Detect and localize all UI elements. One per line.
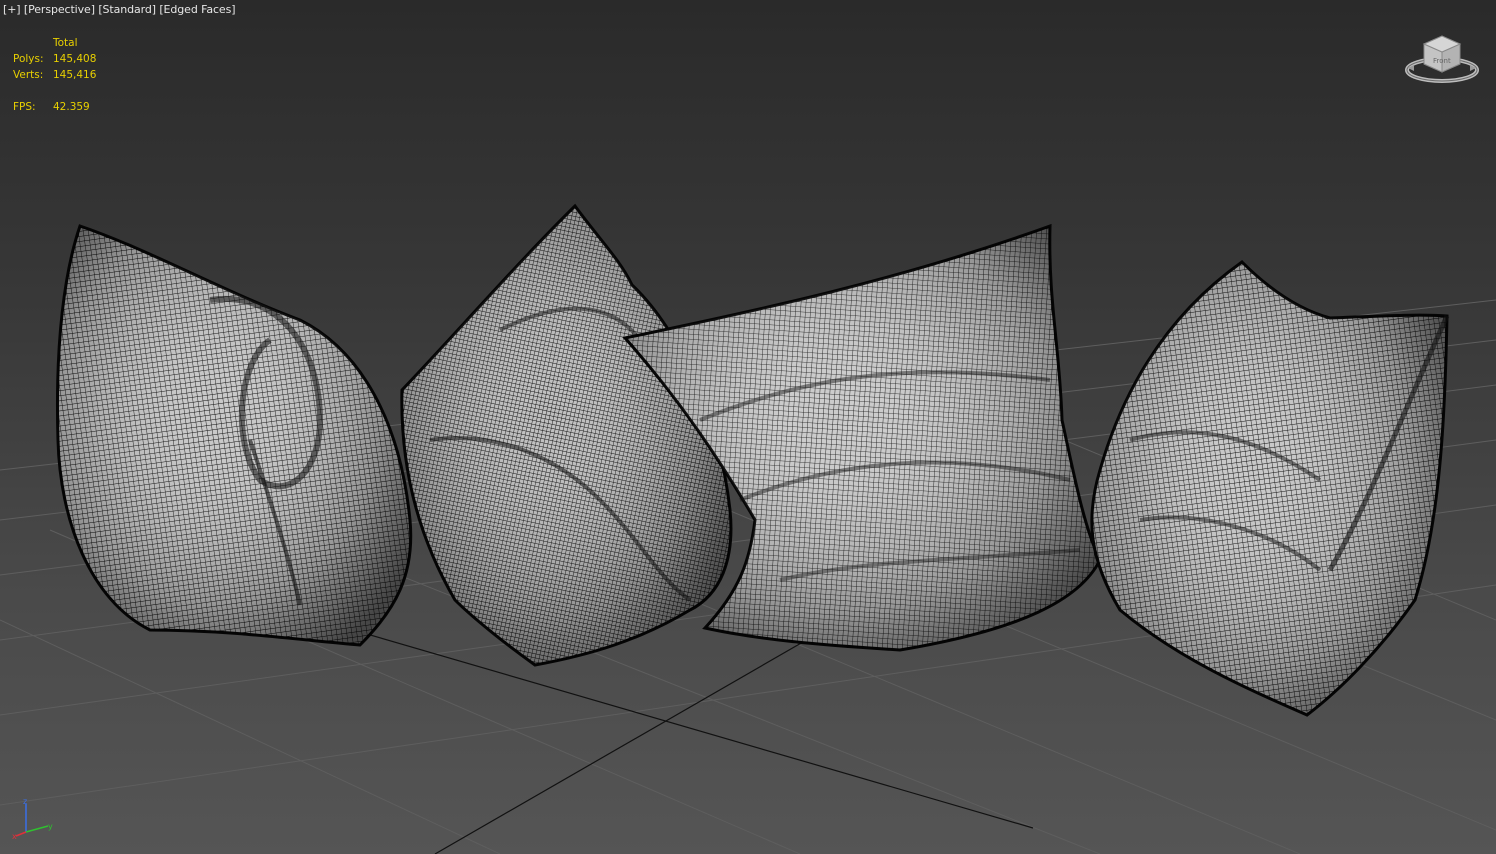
stats-polys-value: 145,408 — [53, 53, 97, 65]
axis-z-label: z — [23, 797, 27, 806]
viewport-label-menu: [+] [Perspective] [Standard] [Edged Face… — [3, 3, 236, 16]
stats-verts-label: Verts: — [13, 69, 44, 81]
statistics-overlay: Total Polys: 145,408 Verts: 145,416 FPS: 42… — [13, 35, 96, 115]
stats-verts-value: 145,416 — [53, 69, 97, 81]
viewport-plus-menu[interactable]: [+] — [3, 3, 21, 16]
viewport-shading-preset-label[interactable]: [Standard] — [98, 3, 156, 16]
viewport-display-mode-label[interactable]: [Edged Faces] — [159, 3, 235, 16]
axis-tripod-icon: z y x — [12, 797, 53, 841]
stats-polys-label: Polys: — [13, 53, 44, 65]
axis-tripod: z y x — [12, 796, 57, 841]
pillow-2[interactable] — [400, 203, 733, 667]
pillow-1[interactable] — [55, 224, 413, 647]
stats-fps-value: 42.359 — [53, 101, 90, 113]
pillow-4[interactable] — [1090, 260, 1450, 717]
stats-fps-label: FPS: — [13, 101, 36, 113]
viewcube-face-label[interactable]: Front — [1433, 57, 1451, 65]
viewcube-icon[interactable]: Front — [1402, 30, 1482, 90]
stats-total-header: Total — [53, 37, 78, 49]
viewport-view-label[interactable]: [Perspective] — [24, 3, 95, 16]
viewcube[interactable]: Front — [1402, 30, 1482, 90]
axis-x-label: x — [12, 832, 17, 841]
perspective-viewport[interactable]: [+] [Perspective] [Standard] [Edged Face… — [0, 0, 1496, 854]
axis-y-label: y — [48, 822, 53, 831]
scene-canvas[interactable] — [0, 0, 1496, 854]
